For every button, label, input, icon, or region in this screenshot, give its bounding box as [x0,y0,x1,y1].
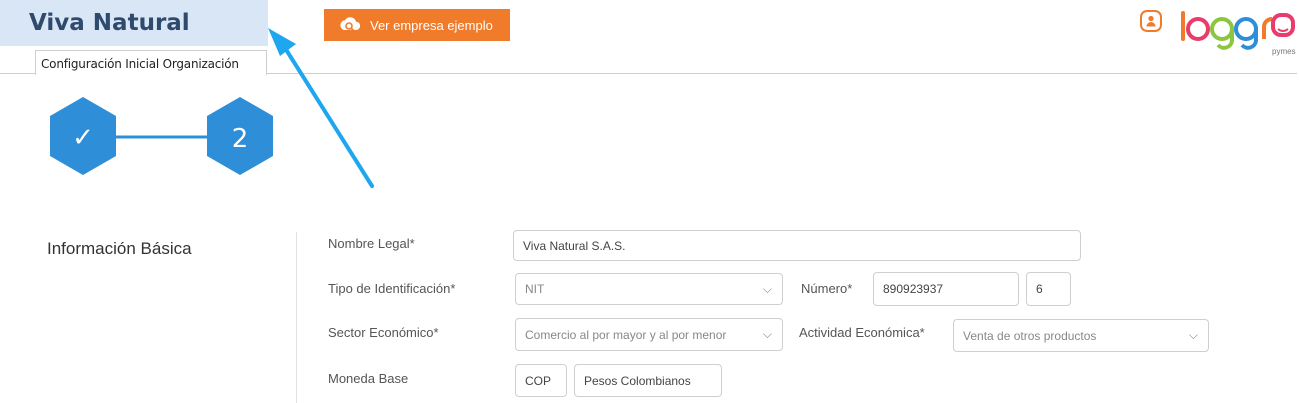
step-2-label: 2 [232,124,249,154]
legal-name-input[interactable]: Viva Natural S.A.S. [513,230,1081,261]
user-profile-icon[interactable] [1140,10,1162,32]
id-type-select[interactable]: NIT ⌵ [515,273,783,305]
tab-configuracion-inicial[interactable]: Configuración Inicial Organización [35,50,267,75]
currency-code-value: COP [525,373,552,388]
tab-divider-left [0,73,35,74]
id-number-value: 890923937 [883,282,944,296]
currency-name-input[interactable]: Pesos Colombianos [574,364,722,397]
economic-activity-select[interactable]: Venta de otros productos ⌵ [953,319,1209,352]
section-divider [296,232,297,403]
legal-name-label: Nombre Legal* [328,236,415,251]
chevron-down-icon: ⌵ [1188,328,1198,342]
view-demo-company-label: Ver empresa ejemplo [370,17,493,33]
person-icon [1146,15,1156,27]
currency-name-value: Pesos Colombianos [584,373,691,388]
chevron-down-icon: ⌵ [762,281,772,296]
id-type-label: Tipo de Identificación* [328,281,456,296]
base-currency-label: Moneda Base [328,371,409,386]
chevron-down-icon: ⌵ [762,327,772,341]
legal-name-value: Viva Natural S.A.S. [523,238,626,253]
setup-stepper: ✓ 2 [50,97,273,175]
tab-divider [267,73,1297,74]
verification-digit-value: 6 [1036,282,1043,296]
step-1-check-icon: ✓ [72,123,94,153]
economic-sector-label: Sector Económico* [328,325,439,340]
id-number-input[interactable]: 890923937 [873,272,1019,306]
verification-digit-input[interactable]: 6 [1026,272,1071,306]
annotation-arrow [268,28,374,188]
currency-code-input[interactable]: COP [515,364,567,397]
logo-subtitle: pymes [1272,47,1296,56]
section-title-basic-info: Información Básica [47,239,192,258]
economic-activity-label: Actividad Económica* [799,325,925,340]
economic-activity-value: Venta de otros productos [963,328,1097,343]
economic-sector-select[interactable]: Comercio al por mayor y al por menor ⌵ [515,318,783,351]
id-number-label: Número* [801,281,853,296]
company-name: Viva Natural [29,10,190,36]
economic-sector-value: Comercio al por mayor y al por menor [525,327,727,342]
id-type-value: NIT [525,282,545,296]
